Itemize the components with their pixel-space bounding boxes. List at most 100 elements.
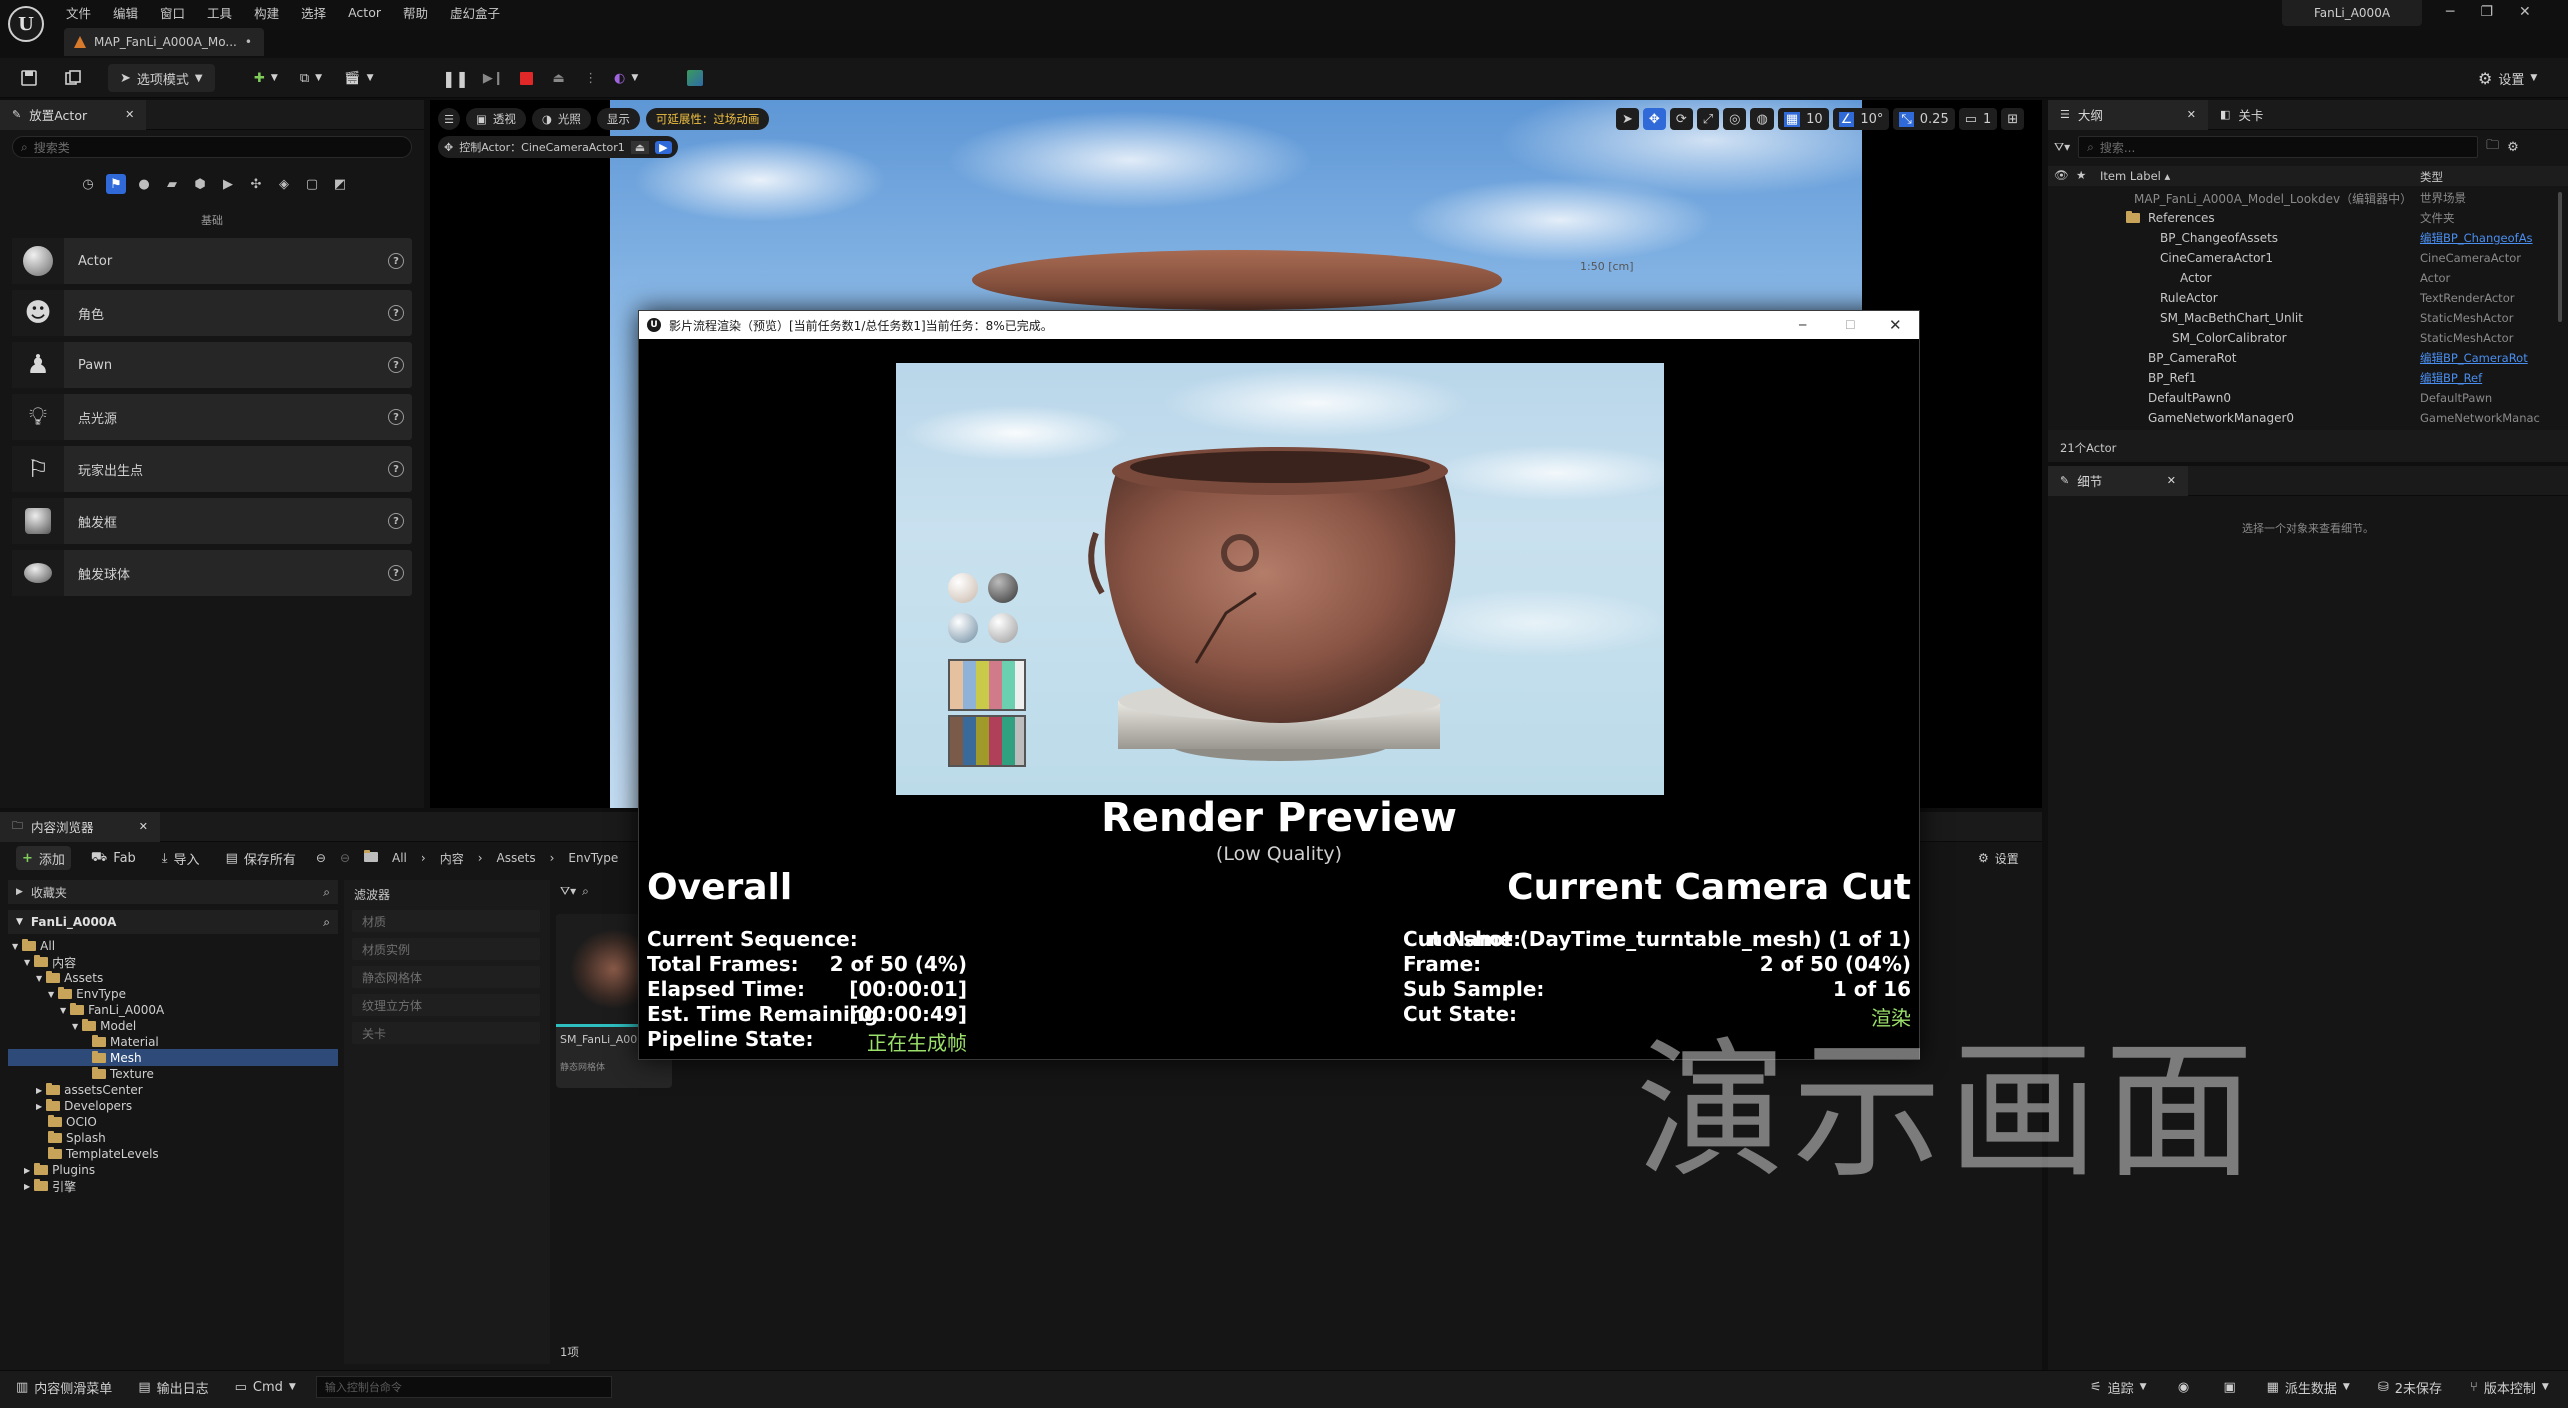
- add-folder-icon[interactable]: 🗀︎: [2486, 136, 2499, 158]
- menu-edit[interactable]: 编辑: [113, 3, 138, 22]
- filter-level[interactable]: 关卡: [352, 1022, 540, 1044]
- help-icon[interactable]: ?: [388, 461, 404, 477]
- tree-item[interactable]: ▶ Developers: [36, 1098, 132, 1114]
- blueprint-icon[interactable]: ⧉ ▼: [294, 64, 328, 92]
- select-tool-icon[interactable]: ➤: [1616, 108, 1639, 130]
- derived-data-button[interactable]: ▦ 派生数据 ▼: [2261, 1374, 2356, 1400]
- tree-item[interactable]: Splash: [48, 1130, 106, 1146]
- actor-item-character[interactable]: ☻ 角色 ?: [12, 290, 412, 336]
- render-minimize-icon[interactable]: ─: [1799, 318, 1806, 332]
- outliner-row[interactable]: References 文件夹: [2048, 208, 2556, 228]
- filter-material[interactable]: 材质: [352, 910, 540, 932]
- tree-item[interactable]: ▶ 引擎: [24, 1178, 76, 1194]
- settings-button[interactable]: ⚙ 设置 ▼: [2472, 64, 2543, 92]
- outliner-row[interactable]: BP_CameraRot 编辑BP_CameraRot: [2048, 348, 2556, 368]
- move-tool-icon[interactable]: ✥: [1642, 108, 1666, 130]
- shapes-icon[interactable]: ▰: [162, 174, 182, 194]
- outliner-scrollbar[interactable]: [2558, 192, 2562, 322]
- scale-tool-icon[interactable]: ⤢: [1696, 108, 1720, 130]
- filter-texture-cube[interactable]: 纹理立方体: [352, 994, 540, 1016]
- help-icon[interactable]: ?: [388, 357, 404, 373]
- menu-select[interactable]: 选择: [301, 3, 326, 22]
- actor-item-actor[interactable]: Actor ?: [12, 238, 412, 284]
- save-icon[interactable]: [14, 64, 44, 92]
- help-icon[interactable]: ?: [388, 565, 404, 581]
- tab-outliner[interactable]: ☰ 大纲 ✕: [2048, 99, 2208, 130]
- console-input[interactable]: 输入控制台命令: [315, 1376, 612, 1398]
- pause-icon[interactable]: ❚❚: [436, 64, 475, 92]
- volumes-icon[interactable]: ⬢: [190, 174, 210, 194]
- content-settings-button[interactable]: ⚙ 设置: [1972, 846, 2025, 870]
- filter-material-instance[interactable]: 材质实例: [352, 938, 540, 960]
- perspective-button[interactable]: ▣ 透视: [466, 108, 526, 130]
- tree-item[interactable]: ▶ Plugins: [24, 1162, 95, 1178]
- lights-icon[interactable]: ●: [134, 174, 154, 194]
- close-tab-icon[interactable]: ✕: [2187, 108, 2196, 121]
- cinematics-icon[interactable]: 🎬︎ ▼: [338, 64, 379, 92]
- world-space-icon[interactable]: ◎: [1723, 108, 1747, 130]
- viewport-menu-button[interactable]: ☰: [438, 108, 460, 130]
- cmd-button[interactable]: ▭ Cmd ▼: [229, 1374, 302, 1400]
- tab-details[interactable]: ✎ 细节 ✕: [2048, 465, 2188, 496]
- close-tab-icon[interactable]: ✕: [2167, 474, 2176, 487]
- grid-snap-button[interactable]: ▦ 10: [1777, 108, 1829, 130]
- help-icon[interactable]: ?: [388, 305, 404, 321]
- trace-button[interactable]: ⚟ 追踪 ▼: [2084, 1374, 2153, 1400]
- lit-button[interactable]: ◑ 光照: [531, 108, 591, 130]
- menu-unreal-box[interactable]: 虚幻盒子: [450, 3, 500, 22]
- camera-lock-icon[interactable]: ▶: [655, 140, 672, 154]
- tab-place-actors[interactable]: ✎ 放置Actor ✕: [0, 99, 147, 130]
- col-type[interactable]: 类型: [2420, 169, 2443, 185]
- filter-static-mesh[interactable]: 静态网格体: [352, 966, 540, 988]
- surface-snap-icon[interactable]: ◍: [1750, 108, 1774, 130]
- tree-item[interactable]: ▼ Assets: [36, 970, 103, 986]
- tab-content-browser[interactable]: 🗀︎ 内容浏览器 ✕: [0, 811, 160, 842]
- menu-help[interactable]: 帮助: [403, 3, 428, 22]
- tree-item[interactable]: OCIO: [48, 1114, 97, 1130]
- add-actor-icon[interactable]: ✚ ▼: [248, 64, 284, 92]
- level-tab[interactable]: MAP_FanLi_A000A_Mo... •: [64, 28, 264, 56]
- help-icon[interactable]: ?: [388, 409, 404, 425]
- outliner-row[interactable]: SM_MacBethChart_Unlit StaticMeshActor: [2048, 308, 2556, 328]
- project-header[interactable]: ▼ FanLi_A000A ⌕: [8, 910, 338, 934]
- record-icon[interactable]: ◉: [2169, 1374, 2199, 1400]
- help-icon[interactable]: ?: [388, 513, 404, 529]
- mode-select-button[interactable]: ➤ 选项模式 ▼: [108, 64, 215, 92]
- recent-icon[interactable]: ◷: [78, 174, 98, 194]
- breadcrumb-all[interactable]: All: [392, 851, 407, 865]
- show-button[interactable]: 显示: [596, 108, 640, 130]
- minimize-icon[interactable]: ─: [2446, 4, 2454, 20]
- outliner-row[interactable]: BP_Ref1 编辑BP_Ref: [2048, 368, 2556, 388]
- outliner-row[interactable]: MAP_FanLi_A000A_Model_Lookdev（编辑器中） 世界场景: [2048, 188, 2556, 208]
- step-icon[interactable]: ▶❙: [477, 64, 510, 92]
- tree-item[interactable]: ▼ Model: [72, 1018, 136, 1034]
- render-maximize-icon[interactable]: ☐: [1845, 318, 1856, 332]
- outliner-row[interactable]: RuleActor TextRenderActor: [2048, 288, 2556, 308]
- col-item-label[interactable]: Item Label ▴: [2100, 169, 2170, 183]
- breadcrumb-envtype[interactable]: EnvType: [568, 851, 618, 865]
- save-all-button[interactable]: ▤ 保存所有: [220, 846, 302, 870]
- output-log-button[interactable]: ▤ 输出日志: [132, 1374, 214, 1400]
- layout-icon[interactable]: ⊞: [2001, 108, 2025, 130]
- breadcrumb-assets[interactable]: Assets: [497, 851, 536, 865]
- breadcrumb-content[interactable]: 内容: [440, 850, 464, 867]
- tab-levels[interactable]: ◧ 关卡: [2208, 100, 2275, 130]
- search-icon[interactable]: ⌕: [582, 884, 589, 899]
- close-tab-icon[interactable]: ✕: [139, 820, 148, 833]
- tree-item-selected[interactable]: Mesh: [92, 1050, 142, 1066]
- tree-item[interactable]: ▼ EnvType: [48, 986, 126, 1002]
- outliner-row[interactable]: CineCameraActor1 CineCameraActor: [2048, 248, 2556, 268]
- favorites-header[interactable]: ▶ 收藏夹 ⌕: [8, 880, 338, 904]
- actor-item-trigger-sphere[interactable]: 触发球体 ?: [12, 550, 412, 596]
- menu-file[interactable]: 文件: [66, 3, 91, 22]
- outliner-row[interactable]: SM_ColorCalibrator StaticMeshActor: [2048, 328, 2556, 348]
- custom-icon[interactable]: ◩: [330, 174, 350, 194]
- search-icon[interactable]: ⌕: [323, 915, 330, 930]
- tree-item[interactable]: ▼ All: [12, 938, 55, 954]
- close-tab-icon[interactable]: ✕: [125, 108, 134, 121]
- menu-window[interactable]: 窗口: [160, 3, 185, 22]
- filter-icon[interactable]: ⛛▾: [2054, 140, 2070, 155]
- actor-item-point-light[interactable]: 💡︎ 点光源 ?: [12, 394, 412, 440]
- tree-item[interactable]: ▶ assetsCenter: [36, 1082, 143, 1098]
- eject-pilot-icon[interactable]: ⏏: [630, 140, 650, 154]
